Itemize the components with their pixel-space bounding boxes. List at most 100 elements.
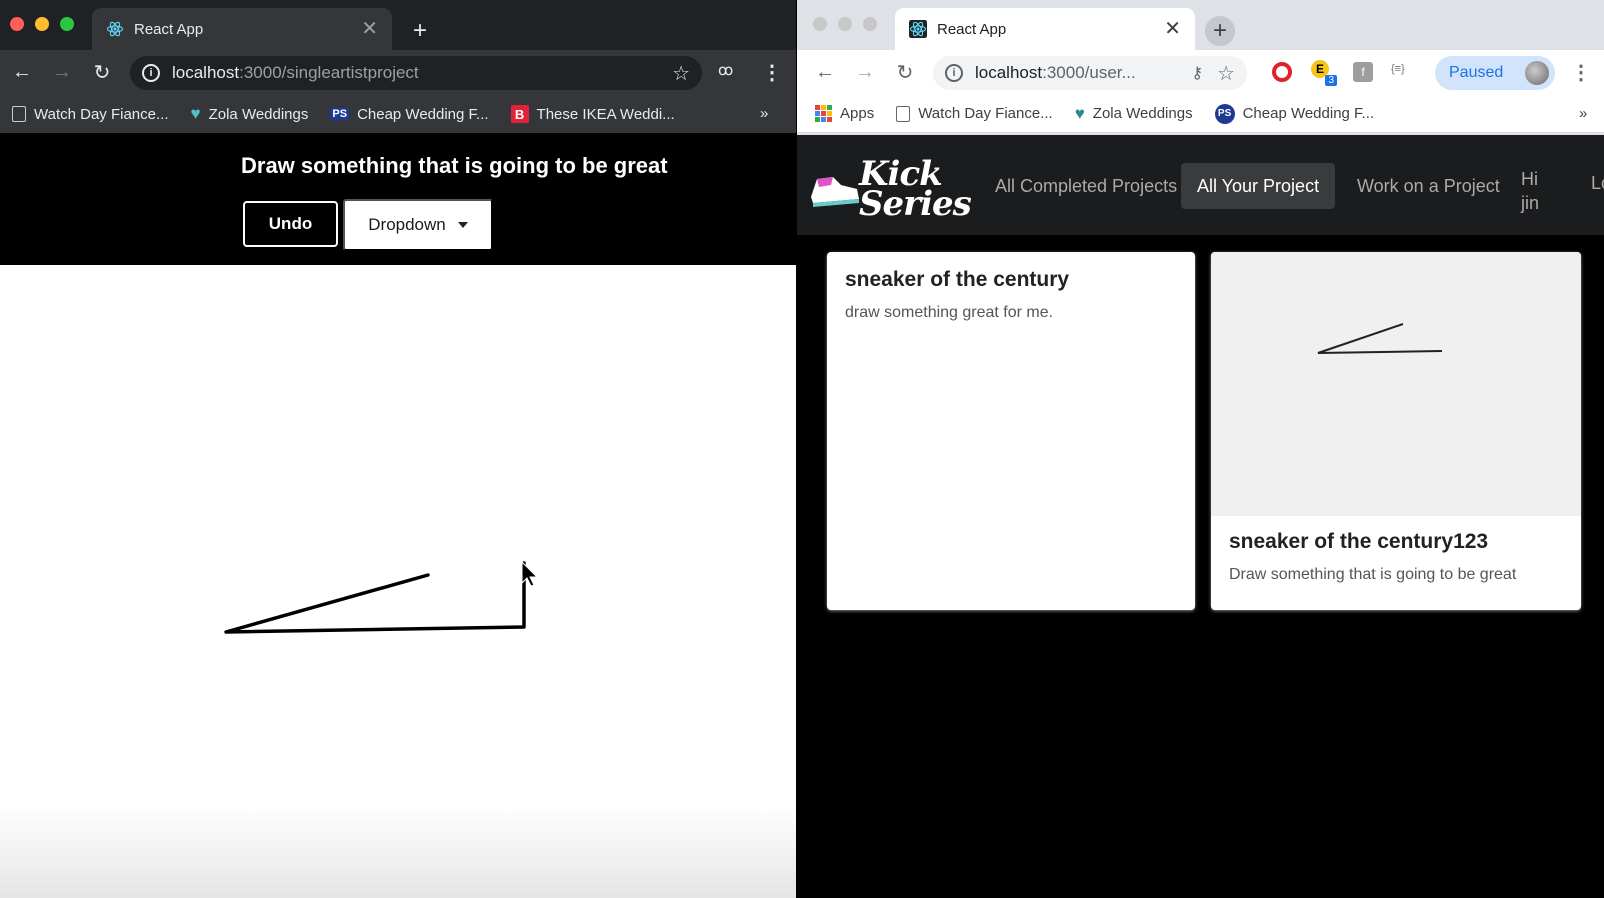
dropdown-button[interactable]: Dropdown <box>343 199 493 251</box>
profile-label: Paused <box>1449 64 1504 81</box>
info-icon[interactable]: i <box>142 64 160 82</box>
bookmark-label: These IKEA Weddi... <box>536 105 675 123</box>
drawn-stroke <box>224 561 526 634</box>
nav-all-completed-projects[interactable]: All Completed Projects <box>979 163 1193 209</box>
bookmark-zola[interactable]: ♥ Zola Weddings <box>191 104 309 124</box>
reload-icon[interactable]: ↻ <box>82 60 122 85</box>
url-host: localhost <box>172 63 240 82</box>
nav-all-your-project[interactable]: All Your Project <box>1181 163 1336 209</box>
close-window-button[interactable] <box>813 17 827 31</box>
minimize-window-button[interactable] <box>35 17 49 31</box>
bookmark-watch-day[interactable]: Watch Day Fiance... <box>896 105 1053 122</box>
back-arrow-icon[interactable]: ← <box>2 61 42 84</box>
project-card[interactable]: sneaker of the century draw something gr… <box>827 252 1195 610</box>
tab-title: React App <box>937 20 1007 38</box>
bookmark-cheap-wedding[interactable]: PS Cheap Wedding F... <box>330 105 489 123</box>
card-title: sneaker of the century123 <box>1229 530 1489 553</box>
address-bar[interactable]: i localhost:3000/singleartistproject ☆ <box>130 56 702 90</box>
bookmark-label: Zola Weddings <box>1092 105 1193 122</box>
tab-react-app[interactable]: React App ✕ <box>895 8 1195 50</box>
forward-arrow-icon[interactable]: → <box>845 61 885 84</box>
browser-toolbar: ← → ↻ i localhost:3000/user... ⚷ ☆ E 3 f… <box>797 50 1604 95</box>
card-description: draw something great for me. <box>845 304 1054 321</box>
bookmark-label: Apps <box>840 105 875 122</box>
back-arrow-icon[interactable]: ← <box>805 61 845 84</box>
b-icon: B <box>510 105 529 123</box>
bookmark-apps[interactable]: Apps <box>815 105 874 122</box>
left-browser-window: React App ✕ + ← → ↻ i localhost:3000/sin… <box>0 0 796 898</box>
bookmark-label: Cheap Wedding F... <box>1242 105 1375 122</box>
bookmark-label: Watch Day Fiance... <box>918 105 1053 122</box>
bookmark-ikea[interactable]: B These IKEA Weddi... <box>510 105 675 123</box>
close-window-button[interactable] <box>10 17 24 31</box>
url-path: :3000/singleartistproject <box>239 63 419 82</box>
new-tab-button[interactable]: + <box>405 16 435 46</box>
info-icon[interactable]: i <box>945 64 963 82</box>
drawing-page: Draw something that is going to be great… <box>0 133 796 898</box>
heart-icon: ♥ <box>1074 103 1085 123</box>
kick-series-logo[interactable]: Kick Series <box>807 155 977 226</box>
bookmark-zola[interactable]: ♥ Zola Weddings <box>1075 104 1193 124</box>
url-host: localhost <box>975 63 1043 82</box>
projects-page: Kick Series All Completed Projects All Y… <box>797 135 1604 898</box>
user-greeting: Hi jin <box>1521 169 1540 213</box>
apps-icon <box>815 105 832 122</box>
window-controls <box>813 17 877 31</box>
bottom-fade <box>0 805 796 898</box>
menu-icon[interactable]: ⋮ <box>1571 60 1591 85</box>
page-icon <box>896 105 911 122</box>
url-path: :3000/user... <box>1042 63 1136 82</box>
browser-toolbar: ← → ↻ i localhost:3000/singleartistproje… <box>0 50 796 95</box>
card-drawing-preview <box>1211 252 1581 516</box>
close-tab-icon[interactable]: ✕ <box>361 19 378 39</box>
tab-strip: React App ✕ + <box>797 0 1604 50</box>
logout-link[interactable]: Lo <box>1591 173 1604 194</box>
zoom-window-button[interactable] <box>60 17 74 31</box>
logo-text: Kick Series <box>859 154 972 224</box>
more-bookmarks-icon[interactable]: » <box>1579 105 1587 122</box>
extension-icon[interactable]: E 3 <box>1311 60 1337 86</box>
menu-icon[interactable]: ⋮ <box>762 60 782 85</box>
nav-work-on-a-project[interactable]: Work on a Project <box>1341 163 1516 209</box>
bookmark-label: Watch Day Fiance... <box>34 105 169 123</box>
forward-arrow-icon[interactable]: → <box>42 61 82 84</box>
ps-icon: PS <box>330 108 350 120</box>
zoom-window-button[interactable] <box>863 17 877 31</box>
heart-icon: ♥ <box>190 104 201 123</box>
avatar <box>1525 61 1549 85</box>
tab-react-app[interactable]: React App ✕ <box>92 8 392 50</box>
key-icon[interactable]: ⚷ <box>1191 63 1203 83</box>
address-bar[interactable]: i localhost:3000/user... ⚷ ☆ <box>933 56 1247 90</box>
new-tab-button[interactable]: + <box>1205 16 1235 46</box>
top-navbar: Kick Series All Completed Projects All Y… <box>797 135 1604 235</box>
more-bookmarks-icon[interactable]: » <box>760 105 768 122</box>
reload-icon[interactable]: ↻ <box>885 60 925 85</box>
bookmark-watch-day[interactable]: Watch Day Fiance... <box>12 106 169 123</box>
bookmark-label: Zola Weddings <box>208 105 309 123</box>
drawing-canvas[interactable] <box>0 265 796 898</box>
minimize-window-button[interactable] <box>838 17 852 31</box>
close-tab-icon[interactable]: ✕ <box>1164 19 1181 39</box>
react-logo-icon <box>106 21 124 37</box>
card-description: Draw something that is going to be great <box>1229 566 1517 583</box>
bookmark-cheap-wedding[interactable]: PS Cheap Wedding F... <box>1214 103 1375 124</box>
react-logo-icon <box>909 20 927 38</box>
dropdown-label: Dropdown <box>368 215 446 234</box>
undo-button[interactable]: Undo <box>243 201 338 247</box>
tab-strip: React App ✕ + <box>0 0 796 50</box>
page-icon <box>12 106 26 122</box>
bookmark-label: Cheap Wedding F... <box>357 105 489 123</box>
profile-chip[interactable]: Paused <box>1435 56 1555 90</box>
project-card[interactable]: sneaker of the century123 Draw something… <box>1211 252 1581 610</box>
bookmarks-bar: Apps Watch Day Fiance... ♥ Zola Weddings … <box>797 95 1604 133</box>
incognito-icon[interactable]: ꝏ <box>718 61 733 79</box>
bookmarks-bar: Watch Day Fiance... ♥ Zola Weddings PS Che… <box>0 95 796 133</box>
fn-extension-icon[interactable]: f <box>1353 62 1373 82</box>
card-title: sneaker of the century <box>845 268 1070 291</box>
star-icon[interactable]: ☆ <box>1217 61 1235 86</box>
window-controls <box>10 17 74 31</box>
opera-extension-icon[interactable] <box>1272 62 1292 82</box>
ps-icon: PS <box>1214 103 1235 124</box>
star-icon[interactable]: ☆ <box>672 61 690 86</box>
json-extension-icon[interactable]: {≡} <box>1391 63 1405 75</box>
